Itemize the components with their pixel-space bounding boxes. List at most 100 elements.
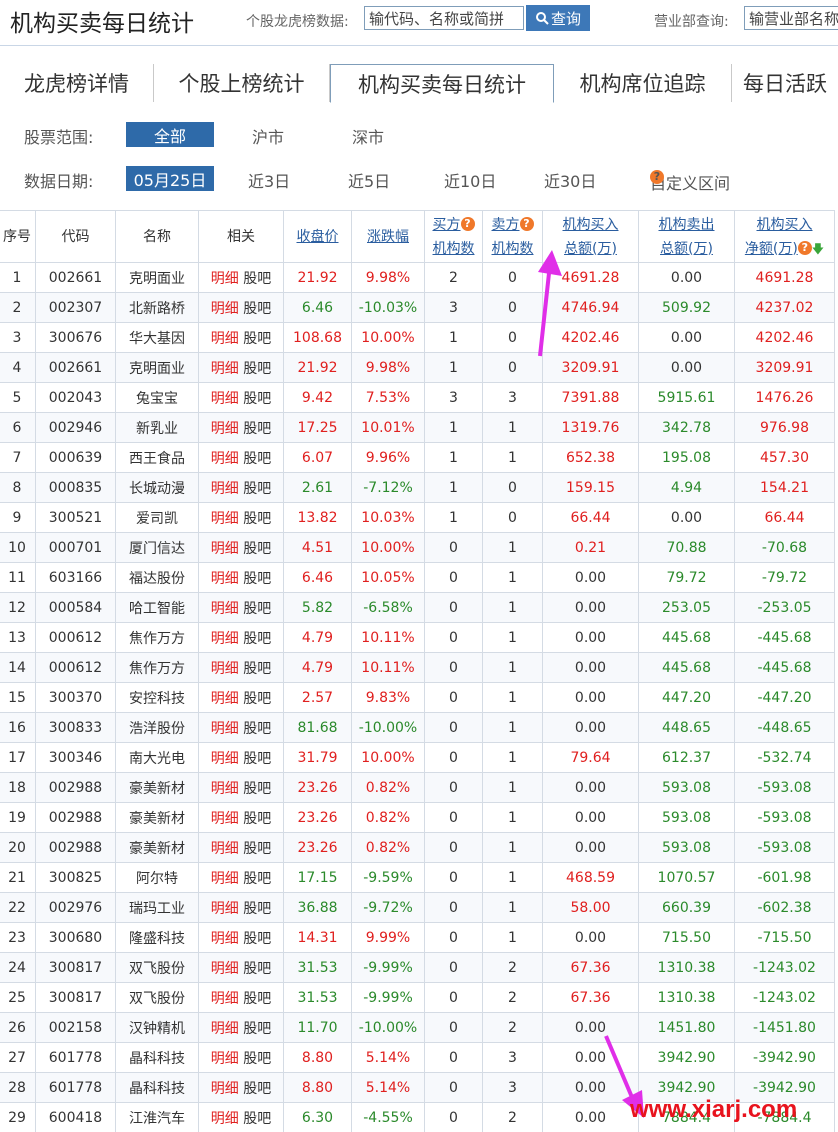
detail-link[interactable]: 明细 bbox=[211, 841, 239, 857]
forum-link[interactable]: 股吧 bbox=[243, 1111, 271, 1127]
cell-code[interactable]: 002976 bbox=[35, 892, 116, 923]
cell-name[interactable]: 豪美新材 bbox=[115, 832, 199, 863]
stock-search-input[interactable]: 输代码、名称或简拼 bbox=[364, 6, 524, 30]
cell-code[interactable]: 000584 bbox=[35, 592, 116, 623]
tab-lhb-detail[interactable]: 龙虎榜详情 bbox=[0, 64, 154, 102]
detail-link[interactable]: 明细 bbox=[211, 781, 239, 797]
forum-link[interactable]: 股吧 bbox=[243, 751, 271, 767]
cell-code[interactable]: 002043 bbox=[35, 382, 116, 413]
forum-link[interactable]: 股吧 bbox=[243, 331, 271, 347]
cell-name[interactable]: 浩洋股份 bbox=[115, 712, 199, 743]
cell-code[interactable]: 000835 bbox=[35, 472, 116, 503]
forum-link[interactable]: 股吧 bbox=[243, 871, 271, 887]
forum-link[interactable]: 股吧 bbox=[243, 931, 271, 947]
cell-name[interactable]: 南大光电 bbox=[115, 742, 199, 773]
cell-code[interactable]: 600418 bbox=[35, 1102, 116, 1132]
date-option-today[interactable]: 05月25日 bbox=[126, 166, 214, 191]
cell-name[interactable]: 克明面业 bbox=[115, 262, 199, 293]
cell-code[interactable]: 002988 bbox=[35, 772, 116, 803]
forum-link[interactable]: 股吧 bbox=[243, 451, 271, 467]
detail-link[interactable]: 明细 bbox=[211, 931, 239, 947]
forum-link[interactable]: 股吧 bbox=[243, 721, 271, 737]
tab-institution-daily[interactable]: 机构买卖每日统计 bbox=[330, 64, 554, 103]
cell-name[interactable]: 克明面业 bbox=[115, 352, 199, 383]
detail-link[interactable]: 明细 bbox=[211, 1111, 239, 1127]
cell-code[interactable]: 300680 bbox=[35, 922, 116, 953]
cell-name[interactable]: 西王食品 bbox=[115, 442, 199, 473]
detail-link[interactable]: 明细 bbox=[211, 451, 239, 467]
detail-link[interactable]: 明细 bbox=[211, 361, 239, 377]
detail-link[interactable]: 明细 bbox=[211, 1051, 239, 1067]
detail-link[interactable]: 明细 bbox=[211, 1081, 239, 1097]
cell-name[interactable]: 晶科科技 bbox=[115, 1072, 199, 1103]
detail-link[interactable]: 明细 bbox=[211, 331, 239, 347]
detail-link[interactable]: 明细 bbox=[211, 541, 239, 557]
cell-name[interactable]: 豪美新材 bbox=[115, 772, 199, 803]
date-option-5d[interactable]: 近5日 bbox=[348, 168, 390, 192]
cell-name[interactable]: 隆盛科技 bbox=[115, 922, 199, 953]
cell-code[interactable]: 601778 bbox=[35, 1072, 116, 1103]
forum-link[interactable]: 股吧 bbox=[243, 901, 271, 917]
detail-link[interactable]: 明细 bbox=[211, 391, 239, 407]
cell-code[interactable]: 300833 bbox=[35, 712, 116, 743]
forum-link[interactable]: 股吧 bbox=[243, 541, 271, 557]
cell-code[interactable]: 603166 bbox=[35, 562, 116, 593]
cell-code[interactable]: 000701 bbox=[35, 532, 116, 563]
forum-link[interactable]: 股吧 bbox=[243, 631, 271, 647]
forum-link[interactable]: 股吧 bbox=[243, 571, 271, 587]
cell-code[interactable]: 300825 bbox=[35, 862, 116, 893]
cell-code[interactable]: 002661 bbox=[35, 352, 116, 383]
range-option-sh[interactable]: 沪市 bbox=[252, 124, 284, 148]
detail-link[interactable]: 明细 bbox=[211, 961, 239, 977]
cell-code[interactable]: 000612 bbox=[35, 622, 116, 653]
forum-link[interactable]: 股吧 bbox=[243, 841, 271, 857]
help-icon[interactable]: ? bbox=[650, 170, 664, 184]
cell-code[interactable]: 002307 bbox=[35, 292, 116, 323]
col-inst-sell[interactable]: 机构卖出 总额(万) bbox=[638, 210, 735, 263]
date-option-10d[interactable]: 近10日 bbox=[444, 168, 496, 192]
detail-link[interactable]: 明细 bbox=[211, 901, 239, 917]
forum-link[interactable]: 股吧 bbox=[243, 961, 271, 977]
detail-link[interactable]: 明细 bbox=[211, 1021, 239, 1037]
cell-code[interactable]: 002158 bbox=[35, 1012, 116, 1043]
detail-link[interactable]: 明细 bbox=[211, 661, 239, 677]
cell-code[interactable]: 002988 bbox=[35, 802, 116, 833]
tab-stock-list-stats[interactable]: 个股上榜统计 bbox=[154, 64, 330, 102]
cell-name[interactable]: 阿尔特 bbox=[115, 862, 199, 893]
detail-link[interactable]: 明细 bbox=[211, 811, 239, 827]
cell-name[interactable]: 豪美新材 bbox=[115, 802, 199, 833]
cell-name[interactable]: 北新路桥 bbox=[115, 292, 199, 323]
cell-name[interactable]: 哈工智能 bbox=[115, 592, 199, 623]
tab-seat-tracking[interactable]: 机构席位追踪 bbox=[554, 64, 732, 102]
col-sell-inst[interactable]: 卖方? 机构数 bbox=[482, 210, 543, 263]
query-button[interactable]: 查询 bbox=[526, 5, 590, 31]
cell-name[interactable]: 福达股份 bbox=[115, 562, 199, 593]
forum-link[interactable]: 股吧 bbox=[243, 601, 271, 617]
cell-code[interactable]: 300346 bbox=[35, 742, 116, 773]
branch-search-input[interactable]: 输营业部名称 bbox=[744, 6, 838, 30]
forum-link[interactable]: 股吧 bbox=[243, 361, 271, 377]
cell-name[interactable]: 焦作万方 bbox=[115, 652, 199, 683]
col-inst-buy[interactable]: 机构买入 总额(万) bbox=[542, 210, 639, 263]
cell-name[interactable]: 江淮汽车 bbox=[115, 1102, 199, 1132]
forum-link[interactable]: 股吧 bbox=[243, 271, 271, 287]
detail-link[interactable]: 明细 bbox=[211, 991, 239, 1007]
cell-name[interactable]: 厦门信达 bbox=[115, 532, 199, 563]
cell-code[interactable]: 300817 bbox=[35, 952, 116, 983]
col-change[interactable]: 涨跌幅 bbox=[351, 210, 425, 263]
cell-name[interactable]: 瑞玛工业 bbox=[115, 892, 199, 923]
detail-link[interactable]: 明细 bbox=[211, 271, 239, 287]
forum-link[interactable]: 股吧 bbox=[243, 301, 271, 317]
cell-name[interactable]: 双飞股份 bbox=[115, 982, 199, 1013]
forum-link[interactable]: 股吧 bbox=[243, 1081, 271, 1097]
cell-name[interactable]: 安控科技 bbox=[115, 682, 199, 713]
cell-name[interactable]: 双飞股份 bbox=[115, 952, 199, 983]
cell-code[interactable]: 601778 bbox=[35, 1042, 116, 1073]
detail-link[interactable]: 明细 bbox=[211, 751, 239, 767]
forum-link[interactable]: 股吧 bbox=[243, 391, 271, 407]
cell-name[interactable]: 华大基因 bbox=[115, 322, 199, 353]
cell-name[interactable]: 新乳业 bbox=[115, 412, 199, 443]
help-icon[interactable]: ? bbox=[460, 216, 475, 231]
cell-name[interactable]: 爱司凯 bbox=[115, 502, 199, 533]
help-icon[interactable]: ? bbox=[797, 240, 812, 255]
